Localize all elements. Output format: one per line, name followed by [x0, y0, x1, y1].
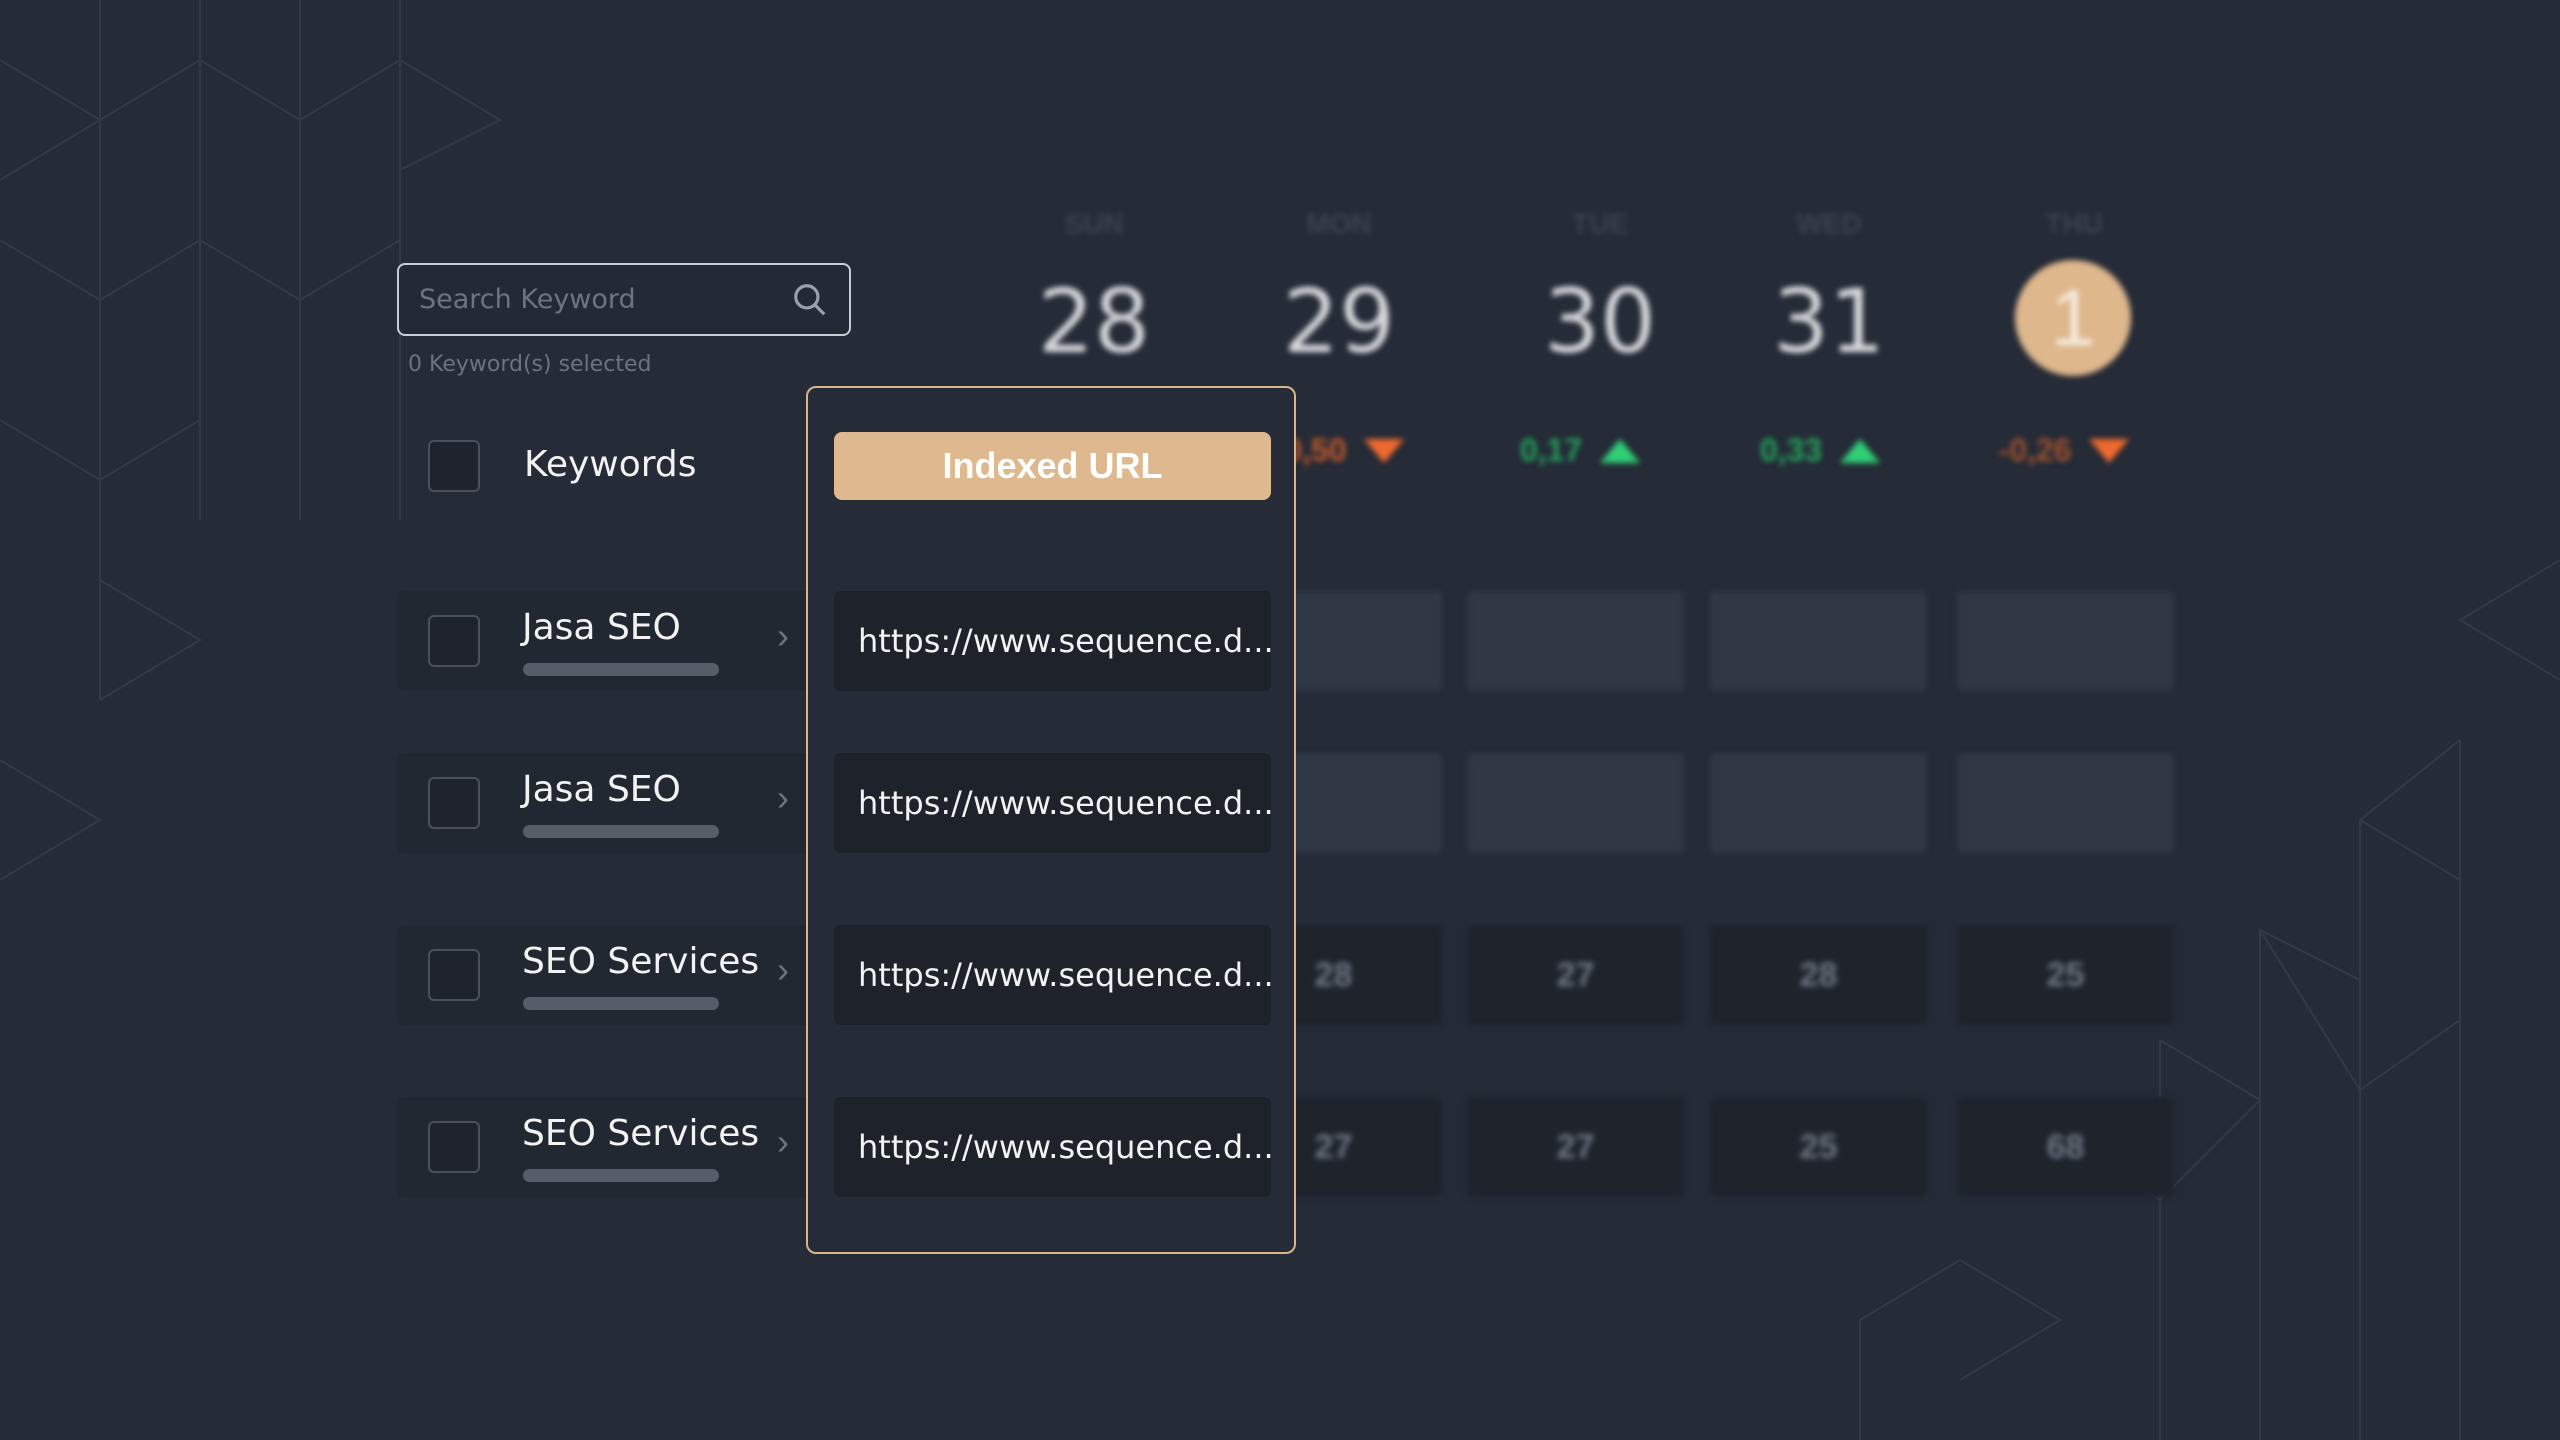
search-icon[interactable]: [791, 281, 829, 319]
day-label: SUN: [1064, 208, 1124, 239]
row-checkbox[interactable]: [428, 949, 480, 1001]
delta-tue: 0,17: [1480, 432, 1680, 469]
day-label: THU: [2045, 208, 2103, 239]
indexed-url-header[interactable]: Indexed URL: [834, 432, 1271, 500]
chevron-right-icon[interactable]: ›: [777, 1121, 789, 1163]
day-label: WED: [1796, 208, 1862, 239]
indexed-url-cell[interactable]: https://www.sequence.d...: [834, 925, 1271, 1025]
chevron-right-icon[interactable]: ›: [777, 615, 789, 657]
row-checkbox[interactable]: [428, 777, 480, 829]
rank-cell: 27: [1467, 1097, 1684, 1197]
delta-thu: -0,26: [1964, 432, 2164, 469]
indexed-url-cell[interactable]: https://www.sequence.d...: [834, 753, 1271, 853]
keyword-row[interactable]: SEO Services ›: [397, 925, 817, 1025]
keyword-name: SEO Services: [522, 1113, 760, 1154]
keyword-bar: [523, 1169, 719, 1182]
indexed-url-cell[interactable]: https://www.sequence.d...: [834, 591, 1271, 691]
keyword-name: Jasa SEO: [522, 607, 681, 648]
delta-value: -0,26: [1998, 432, 2072, 468]
keyword-row[interactable]: Jasa SEO ›: [397, 753, 817, 853]
row-checkbox[interactable]: [428, 1121, 480, 1173]
keyword-row[interactable]: SEO Services ›: [397, 1097, 817, 1197]
rank-cell: [1710, 591, 1927, 691]
rank-cell: [1467, 753, 1684, 853]
row-checkbox[interactable]: [428, 615, 480, 667]
selected-count: 0 Keyword(s) selected: [408, 352, 652, 377]
day-label: MON: [1306, 208, 1372, 239]
keywords-header: Keywords: [524, 444, 697, 485]
search-input[interactable]: [419, 284, 791, 315]
day-number[interactable]: 29: [1239, 270, 1439, 373]
trend-up-icon: [1840, 438, 1881, 463]
select-all-checkbox[interactable]: [428, 440, 480, 492]
trend-up-icon: [1600, 438, 1641, 463]
rank-cell: [1467, 591, 1684, 691]
trend-down-icon: [1364, 438, 1405, 463]
search-box[interactable]: [397, 263, 851, 336]
rank-cell: 27: [1467, 925, 1684, 1025]
today-day-number[interactable]: 1: [2015, 260, 2131, 376]
rank-cell: 68: [1957, 1097, 2174, 1197]
rank-cell: [1957, 591, 2174, 691]
keyword-name: Jasa SEO: [522, 769, 681, 810]
rank-cell: [1710, 753, 1927, 853]
chevron-right-icon[interactable]: ›: [777, 777, 789, 819]
rank-cell: 25: [1957, 925, 2174, 1025]
keyword-bar: [523, 825, 719, 838]
rank-cell: 25: [1710, 1097, 1927, 1197]
keyword-bar: [523, 663, 719, 676]
rank-cell: [1957, 753, 2174, 853]
day-number[interactable]: 30: [1500, 270, 1700, 373]
indexed-url-cell[interactable]: https://www.sequence.d...: [834, 1097, 1271, 1197]
keyword-bar: [523, 997, 719, 1010]
delta-wed: 0,33: [1720, 432, 1920, 469]
keyword-name: SEO Services: [522, 941, 760, 982]
delta-value: 0,33: [1759, 432, 1823, 468]
trend-down-icon: [2089, 438, 2130, 463]
day-number[interactable]: 31: [1729, 270, 1929, 373]
chevron-right-icon[interactable]: ›: [777, 949, 789, 991]
delta-value: 0,17: [1519, 432, 1583, 468]
keyword-row[interactable]: Jasa SEO ›: [397, 591, 817, 691]
rank-cell: 28: [1710, 925, 1927, 1025]
day-label: TUE: [1572, 208, 1628, 239]
day-number[interactable]: 28: [994, 270, 1194, 373]
